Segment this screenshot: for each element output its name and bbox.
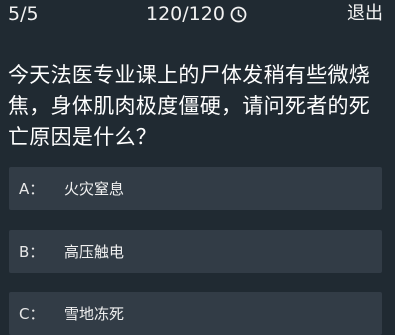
- option-key: B：: [19, 243, 45, 261]
- option-a[interactable]: A： 火灾窒息: [9, 167, 382, 210]
- clock-icon: [230, 6, 247, 23]
- option-key: C：: [19, 305, 45, 323]
- question-text: 今天法医专业课上的尸体发稍有些微烧焦，身体肌肉极度僵硬，请问死者的死亡原因是什么…: [8, 63, 371, 149]
- option-label: 高压触电: [64, 243, 125, 261]
- exit-button[interactable]: 退出: [347, 2, 383, 26]
- timer: 120/120: [146, 2, 247, 26]
- option-label: 火灾窒息: [64, 180, 125, 198]
- top-bar: 5/5 120/120 退出: [0, 0, 395, 30]
- option-c[interactable]: C： 雪地冻死: [9, 292, 382, 335]
- option-label: 雪地冻死: [64, 305, 125, 323]
- question-progress: 5/5: [8, 3, 39, 25]
- option-b[interactable]: B： 高压触电: [9, 230, 382, 273]
- timer-text: 120/120: [146, 3, 225, 25]
- option-key: A：: [19, 180, 45, 198]
